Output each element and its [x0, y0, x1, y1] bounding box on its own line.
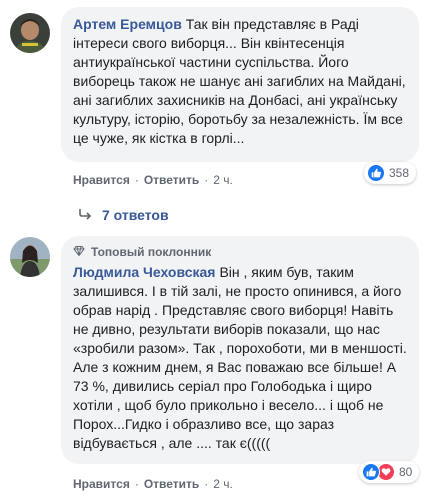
top-fan-badge[interactable]: Топовый поклонник: [73, 244, 407, 260]
comment-author[interactable]: Артем Еремцов: [73, 16, 182, 32]
reactions-summary[interactable]: 358: [364, 162, 417, 184]
reply-link[interactable]: Ответить: [144, 173, 199, 187]
comment-actions: Нравится · Ответить · 2 ч.: [73, 477, 233, 491]
like-icon: [367, 164, 385, 182]
replies-count-label[interactable]: 7 ответов: [102, 207, 169, 223]
comment-bubble: Топовый поклонник Людмила Чеховская Він ,…: [61, 236, 419, 464]
reaction-count: 80: [399, 465, 413, 479]
avatar[interactable]: [10, 13, 50, 53]
comment-time[interactable]: 2 ч.: [213, 173, 233, 187]
comment-text: Людмила Чеховская Він , яким був, таким з…: [73, 263, 407, 453]
reaction-count: 358: [389, 166, 410, 180]
badge-label: Топовый поклонник: [91, 245, 212, 259]
diamond-icon: [73, 244, 85, 260]
view-replies-link[interactable]: 7 ответов: [78, 207, 169, 223]
reply-arrow-icon: [78, 207, 92, 223]
reactions-summary[interactable]: 80: [359, 461, 420, 483]
like-link[interactable]: Нравится: [73, 173, 130, 187]
comment-author[interactable]: Людмила Чеховская: [73, 264, 215, 280]
reply-link[interactable]: Ответить: [144, 477, 199, 491]
comment-body: Він , яким був, таким залишився. І в тій…: [73, 264, 407, 451]
comment-actions: Нравится · Ответить · 2 ч.: [73, 173, 233, 187]
comment-bubble: Артем Еремцов Так він представляє в Раді …: [61, 7, 419, 162]
comment-body: Так він представляє в Раді інтереси свог…: [73, 16, 406, 146]
avatar[interactable]: [10, 237, 50, 277]
comment-text: Артем Еремцов Так він представляє в Раді …: [73, 15, 407, 148]
comment-time[interactable]: 2 ч.: [213, 477, 233, 491]
like-link[interactable]: Нравится: [73, 477, 130, 491]
like-icon: [362, 463, 380, 481]
